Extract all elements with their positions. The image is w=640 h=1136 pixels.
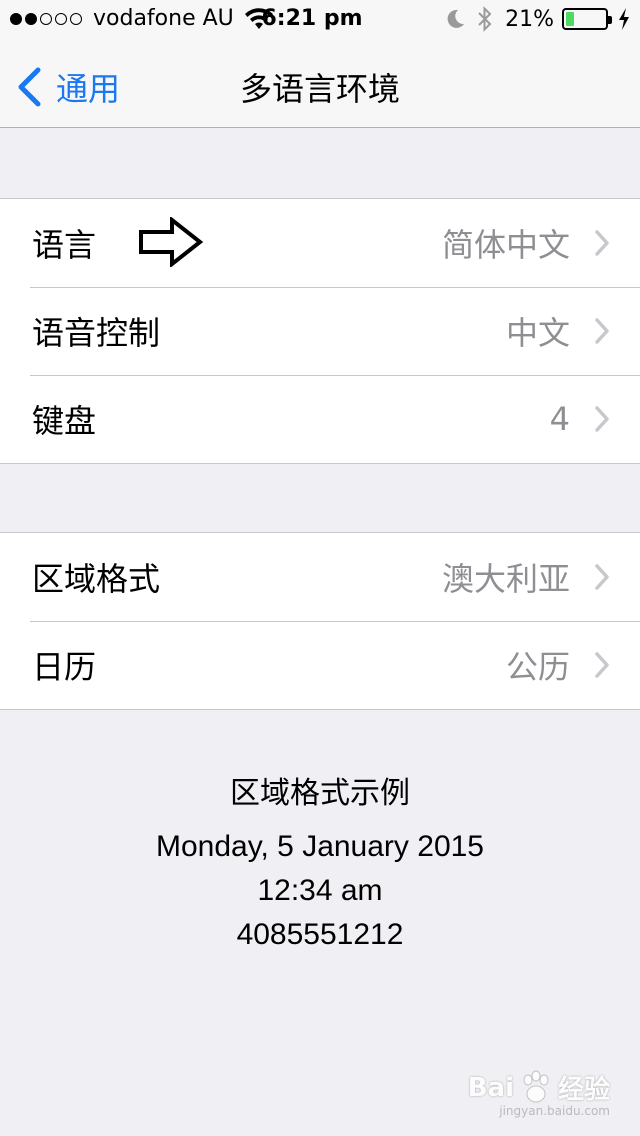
chevron-right-icon	[595, 564, 609, 590]
watermark-brand: Bai	[467, 1072, 514, 1103]
battery-icon	[562, 8, 612, 30]
charging-bolt-icon	[619, 8, 629, 30]
row-calendar[interactable]: 日历 公历	[0, 621, 640, 709]
row-keyboard[interactable]: 键盘 4	[0, 375, 640, 463]
chevron-right-icon	[595, 652, 609, 678]
row-value: 中文	[505, 314, 570, 352]
chevron-right-icon	[595, 318, 609, 344]
battery-percent: 21%	[505, 6, 554, 32]
baidu-watermark: Bai 经验	[468, 1069, 610, 1106]
example-date: Monday, 5 January 2015	[156, 830, 484, 863]
row-value: 公历	[505, 648, 570, 686]
battery-fill	[566, 12, 574, 26]
row-label: 语言	[32, 226, 97, 264]
watermark-url: jingyan.baidu.com	[499, 1104, 610, 1118]
navigation-bar: 通用 多语言环境	[0, 40, 640, 128]
example-time: 12:34 am	[257, 874, 383, 907]
row-label: 键盘	[32, 402, 97, 440]
language-group: 语言 简体中文 语音控制 中文 键盘 4	[0, 198, 640, 464]
row-value: 澳大利亚	[441, 560, 570, 598]
example-title: 区域格式示例	[230, 776, 410, 811]
row-value: 简体中文	[441, 226, 570, 264]
region-group: 区域格式 澳大利亚 日历 公历	[0, 532, 640, 710]
row-value: 4	[549, 400, 570, 438]
moon-icon	[447, 9, 465, 28]
row-label: 区域格式	[32, 560, 161, 598]
row-language[interactable]: 语言 简体中文	[0, 199, 640, 287]
row-label: 语音控制	[32, 314, 161, 352]
status-bar: vodafone AU 6:21 pm 21%	[0, 0, 640, 40]
status-right: 21%	[445, 6, 630, 32]
page-title: 多语言环境	[239, 70, 400, 108]
chevron-right-icon	[595, 230, 609, 256]
watermark-brand-cn: 经验	[557, 1075, 610, 1105]
paw-icon	[523, 1070, 549, 1102]
row-region-format[interactable]: 区域格式 澳大利亚	[0, 533, 640, 621]
status-time: 6:21 pm	[261, 6, 363, 31]
row-voice-control[interactable]: 语音控制 中文	[0, 287, 640, 375]
example-phone: 4085551212	[236, 918, 404, 951]
arrow-right-icon	[139, 217, 204, 267]
chevron-right-icon	[595, 406, 609, 432]
row-label: 日历	[32, 648, 97, 686]
bluetooth-icon	[478, 6, 492, 32]
